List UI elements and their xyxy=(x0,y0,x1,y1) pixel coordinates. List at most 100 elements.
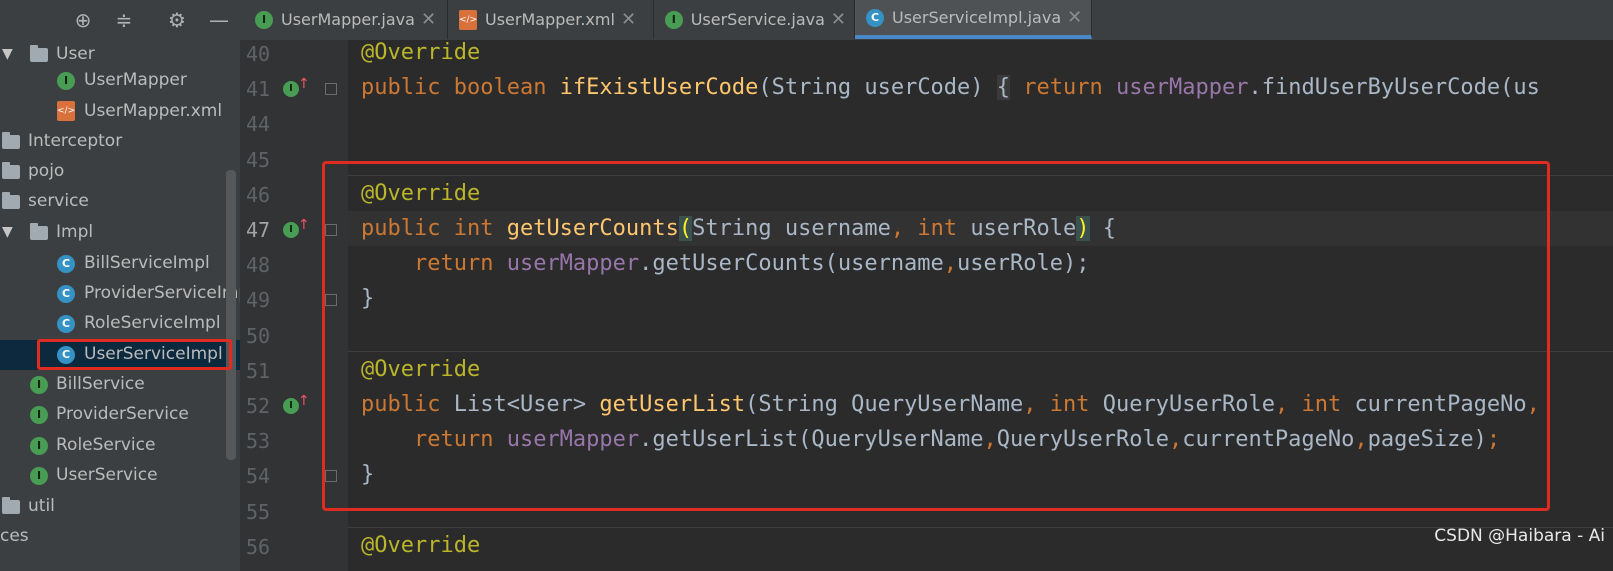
tree-item-label: service xyxy=(28,191,89,211)
tree-item-pojo[interactable]: pojo xyxy=(0,157,240,187)
tree-item-label: Interceptor xyxy=(28,131,123,151)
implements-method-icon[interactable]: I xyxy=(283,398,299,414)
line-number: 41 xyxy=(246,77,271,101)
tree-item-label: util xyxy=(28,496,55,516)
tree-item-label: Impl xyxy=(56,222,94,242)
tree-item-interceptor[interactable]: Interceptor xyxy=(0,127,240,157)
chevron-down-icon[interactable]: ▼ xyxy=(2,224,13,240)
watermark: CSDN @Haibara - Ai xyxy=(1434,526,1605,546)
tree-item-providerserviceimpl[interactable]: C ProviderServiceImp xyxy=(0,279,249,309)
xml-file-icon: </> xyxy=(57,101,75,121)
tree-item-label: UserMapper.xml xyxy=(84,101,223,121)
implements-method-icon[interactable]: I xyxy=(283,222,299,238)
implements-method-icon[interactable]: I xyxy=(283,81,299,97)
tree-item-label: ces xyxy=(0,526,29,546)
line-number: 53 xyxy=(246,429,271,453)
tab-label: UserService.java xyxy=(690,10,825,29)
line-number: 45 xyxy=(246,148,271,172)
top-bar: ⊕ ≑ ⚙ — I UserMapper.java ✕ </> UserMapp… xyxy=(0,0,1613,41)
tree-item-label: User xyxy=(56,44,95,64)
tree-item-util[interactable]: util xyxy=(0,492,240,522)
method-separator xyxy=(348,527,1613,528)
tree-item-ces[interactable]: ces xyxy=(0,522,240,552)
class-icon: C xyxy=(866,8,884,27)
arrow-up-icon: ↑ xyxy=(298,393,310,409)
tree-item-usermapper[interactable]: I UserMapper xyxy=(0,66,240,96)
field-name: userMapper xyxy=(1116,75,1249,100)
class-icon: C xyxy=(57,255,75,273)
method-name: ifExistUserCode xyxy=(559,75,759,100)
folder-icon xyxy=(30,45,48,62)
close-icon[interactable]: ✕ xyxy=(1067,7,1082,28)
chevron-down-icon[interactable]: ▼ xyxy=(2,46,13,62)
close-icon[interactable]: ✕ xyxy=(621,9,636,30)
line-number: 51 xyxy=(246,359,271,383)
code-line-41[interactable]: public boolean ifExistUserCode(String us… xyxy=(361,75,1540,100)
line-number: 49 xyxy=(246,288,271,312)
project-tree: ▼ User I UserMapper </> UserMapper.xml I… xyxy=(0,40,249,571)
line-number: 46 xyxy=(246,183,271,207)
keyword: boolean xyxy=(453,75,560,100)
line-number: 44 xyxy=(246,112,271,136)
line-number: 48 xyxy=(246,253,271,277)
line-number: 52 xyxy=(246,394,271,418)
class-icon: C xyxy=(57,315,75,333)
arrow-up-icon: ↑ xyxy=(298,76,310,92)
tab-usermapper-java[interactable]: I UserMapper.java ✕ xyxy=(244,0,448,39)
line-number: 55 xyxy=(246,500,271,524)
tab-userservice-java[interactable]: I UserService.java ✕ xyxy=(654,0,855,39)
tree-item-label: BillServiceImpl xyxy=(84,253,210,273)
minimize-icon[interactable]: — xyxy=(207,8,231,32)
tab-label: UserMapper.xml xyxy=(485,10,615,29)
tree-item-service[interactable]: service xyxy=(0,187,240,217)
tab-label: UserMapper.java xyxy=(281,10,415,29)
close-icon[interactable]: ✕ xyxy=(831,9,846,30)
tree-item-impl[interactable]: ▼ Impl xyxy=(0,218,240,248)
line-number: 56 xyxy=(246,535,271,559)
folder-icon xyxy=(2,132,20,149)
tree-item-label: BillService xyxy=(56,374,145,394)
xml-file-icon: </> xyxy=(459,9,477,30)
sidebar-scrollbar[interactable] xyxy=(226,170,236,460)
tab-userserviceimpl-java[interactable]: C UserServiceImpl.java ✕ xyxy=(855,0,1092,39)
interface-icon: I xyxy=(665,10,683,29)
line-number: 54 xyxy=(246,464,271,488)
line-number-current: 47 xyxy=(246,218,271,242)
tree-item-label: ProviderServiceImp xyxy=(84,283,250,303)
tab-usermapper-xml[interactable]: </> UserMapper.xml ✕ xyxy=(448,0,654,39)
keyword: return xyxy=(1023,75,1117,100)
interface-icon: I xyxy=(57,72,75,90)
interface-icon: I xyxy=(30,376,48,394)
code-line-40[interactable]: @Override xyxy=(361,40,480,65)
interface-icon: I xyxy=(30,406,48,424)
tree-item-providerservice[interactable]: I ProviderService xyxy=(0,400,240,430)
tree-item-roleservice[interactable]: I RoleService xyxy=(0,431,240,461)
arrow-up-icon: ↑ xyxy=(298,217,310,233)
gear-icon[interactable]: ⚙ xyxy=(165,8,189,32)
code-highlight-box xyxy=(322,161,1550,511)
tree-item-userservice[interactable]: I UserService xyxy=(0,461,240,491)
collapse-icon[interactable]: ≑ xyxy=(112,8,136,32)
folder-icon xyxy=(2,162,20,179)
code-text: (String userCode) xyxy=(758,75,997,100)
tree-item-label: pojo xyxy=(28,161,65,181)
folder-icon xyxy=(2,192,20,209)
code-line-56[interactable]: @Override xyxy=(361,533,480,558)
tree-item-label: UserService xyxy=(56,465,158,485)
folder-icon xyxy=(30,223,48,240)
tree-item-billserviceimpl[interactable]: C BillServiceImpl xyxy=(0,249,240,279)
selection-highlight-box xyxy=(37,339,232,370)
locate-icon[interactable]: ⊕ xyxy=(71,8,95,32)
tree-item-roleserviceimpl[interactable]: C RoleServiceImpl xyxy=(0,309,240,339)
keyword: public xyxy=(361,75,454,100)
tree-item-usermapper-xml[interactable]: </> UserMapper.xml xyxy=(0,97,240,127)
folded-brace[interactable]: { xyxy=(996,75,1011,100)
line-number: 50 xyxy=(246,324,271,348)
tree-item-billservice[interactable]: I BillService xyxy=(0,370,240,400)
close-icon[interactable]: ✕ xyxy=(421,9,436,30)
class-icon: C xyxy=(57,285,75,303)
fold-expand-icon[interactable] xyxy=(325,83,337,95)
annotation: @Override xyxy=(361,533,481,558)
interface-icon: I xyxy=(30,467,48,485)
